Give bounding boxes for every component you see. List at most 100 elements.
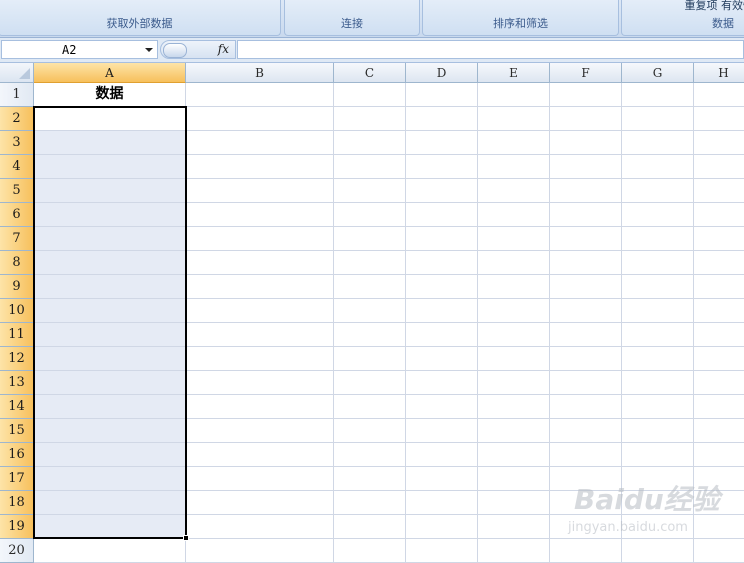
cell-h4[interactable]: [694, 155, 744, 179]
cell-c3[interactable]: [334, 131, 406, 155]
cell-e13[interactable]: [478, 371, 550, 395]
cell-c18[interactable]: [334, 491, 406, 515]
cell-f8[interactable]: [550, 251, 622, 275]
cell-a13[interactable]: [34, 371, 186, 395]
column-header-g[interactable]: G: [622, 63, 694, 83]
cell-b19[interactable]: [186, 515, 334, 539]
ribbon-group-connections[interactable]: 连接: [284, 0, 420, 36]
cell-g9[interactable]: [622, 275, 694, 299]
cell-e3[interactable]: [478, 131, 550, 155]
cell-a20[interactable]: [34, 539, 186, 563]
cell-d16[interactable]: [406, 443, 478, 467]
cell-b2[interactable]: [186, 107, 334, 131]
cell-d17[interactable]: [406, 467, 478, 491]
cell-h9[interactable]: [694, 275, 744, 299]
ribbon-group-data-tools[interactable]: 重复项 有效性 数据: [621, 0, 744, 36]
row-header-11[interactable]: 11: [0, 323, 34, 347]
cell-f16[interactable]: [550, 443, 622, 467]
cell-h3[interactable]: [694, 131, 744, 155]
cell-h10[interactable]: [694, 299, 744, 323]
cell-c4[interactable]: [334, 155, 406, 179]
cell-a8[interactable]: [34, 251, 186, 275]
cell-a6[interactable]: [34, 203, 186, 227]
cell-b8[interactable]: [186, 251, 334, 275]
row-header-14[interactable]: 14: [0, 395, 34, 419]
cell-c16[interactable]: [334, 443, 406, 467]
cell-c9[interactable]: [334, 275, 406, 299]
cell-e11[interactable]: [478, 323, 550, 347]
cell-e8[interactable]: [478, 251, 550, 275]
cell-g1[interactable]: [622, 83, 694, 107]
cell-a9[interactable]: [34, 275, 186, 299]
cell-d9[interactable]: [406, 275, 478, 299]
cell-e18[interactable]: [478, 491, 550, 515]
cell-g20[interactable]: [622, 539, 694, 563]
cell-d1[interactable]: [406, 83, 478, 107]
cell-e9[interactable]: [478, 275, 550, 299]
insert-function-icon[interactable]: fx: [218, 42, 229, 56]
cell-d3[interactable]: [406, 131, 478, 155]
cell-e17[interactable]: [478, 467, 550, 491]
row-header-16[interactable]: 16: [0, 443, 34, 467]
cell-d4[interactable]: [406, 155, 478, 179]
cell-b7[interactable]: [186, 227, 334, 251]
chevron-down-icon[interactable]: [145, 48, 153, 52]
cell-b5[interactable]: [186, 179, 334, 203]
cell-d12[interactable]: [406, 347, 478, 371]
cell-g5[interactable]: [622, 179, 694, 203]
cell-a3[interactable]: [34, 131, 186, 155]
row-header-1[interactable]: 1: [0, 83, 34, 107]
row-header-18[interactable]: 18: [0, 491, 34, 515]
row-header-19[interactable]: 19: [0, 515, 34, 539]
column-header-f[interactable]: F: [550, 63, 622, 83]
cell-c5[interactable]: [334, 179, 406, 203]
cell-f12[interactable]: [550, 347, 622, 371]
cell-f5[interactable]: [550, 179, 622, 203]
cell-g3[interactable]: [622, 131, 694, 155]
cell-h1[interactable]: [694, 83, 744, 107]
cell-b12[interactable]: [186, 347, 334, 371]
cell-f4[interactable]: [550, 155, 622, 179]
cell-f20[interactable]: [550, 539, 622, 563]
name-box[interactable]: A2: [1, 40, 158, 59]
cell-b13[interactable]: [186, 371, 334, 395]
column-header-h[interactable]: H: [694, 63, 744, 83]
cell-f7[interactable]: [550, 227, 622, 251]
cell-h2[interactable]: [694, 107, 744, 131]
cell-c19[interactable]: [334, 515, 406, 539]
row-header-15[interactable]: 15: [0, 419, 34, 443]
cell-a16[interactable]: [34, 443, 186, 467]
cell-e19[interactable]: [478, 515, 550, 539]
cell-f3[interactable]: [550, 131, 622, 155]
cell-h11[interactable]: [694, 323, 744, 347]
cell-d7[interactable]: [406, 227, 478, 251]
cell-g13[interactable]: [622, 371, 694, 395]
cell-e4[interactable]: [478, 155, 550, 179]
cell-f11[interactable]: [550, 323, 622, 347]
cell-b17[interactable]: [186, 467, 334, 491]
ribbon-group-sort-filter[interactable]: 排序和筛选: [422, 0, 619, 36]
cell-d18[interactable]: [406, 491, 478, 515]
cell-b11[interactable]: [186, 323, 334, 347]
cell-g11[interactable]: [622, 323, 694, 347]
cell-g12[interactable]: [622, 347, 694, 371]
cell-a4[interactable]: [34, 155, 186, 179]
cell-g7[interactable]: [622, 227, 694, 251]
cell-d2[interactable]: [406, 107, 478, 131]
cell-g6[interactable]: [622, 203, 694, 227]
row-header-13[interactable]: 13: [0, 371, 34, 395]
row-header-9[interactable]: 9: [0, 275, 34, 299]
cell-d20[interactable]: [406, 539, 478, 563]
cell-a19[interactable]: [34, 515, 186, 539]
cell-c17[interactable]: [334, 467, 406, 491]
cell-f13[interactable]: [550, 371, 622, 395]
cell-f9[interactable]: [550, 275, 622, 299]
cell-d13[interactable]: [406, 371, 478, 395]
cell-b1[interactable]: [186, 83, 334, 107]
cell-e2[interactable]: [478, 107, 550, 131]
column-header-d[interactable]: D: [406, 63, 478, 83]
resize-handle-icon[interactable]: [163, 43, 187, 58]
cell-a1[interactable]: 数据: [34, 83, 186, 107]
cell-b16[interactable]: [186, 443, 334, 467]
cell-a5[interactable]: [34, 179, 186, 203]
